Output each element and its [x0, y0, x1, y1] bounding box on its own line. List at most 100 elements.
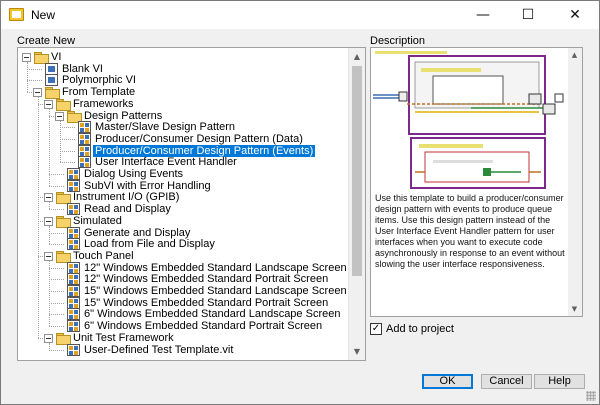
tree-connector — [49, 185, 64, 187]
collapse-toggle-icon[interactable] — [22, 53, 31, 62]
tree-item[interactable]: Frameworks — [18, 97, 348, 111]
tree-item-label: Design Patterns — [84, 109, 163, 122]
description-scroll-down-icon[interactable]: ▼ — [568, 302, 581, 316]
collapse-toggle-icon[interactable] — [44, 193, 53, 203]
tree-item[interactable]: 6" Windows Embedded Standard Portrait Sc… — [18, 320, 348, 333]
tree-connector — [49, 314, 64, 316]
tree-connector — [49, 349, 64, 351]
resize-grip[interactable] — [586, 391, 596, 401]
template-icon — [67, 168, 80, 180]
labview-app-icon — [9, 8, 24, 21]
tree-item-label: Blank VI — [62, 62, 103, 75]
help-button[interactable]: Help — [534, 374, 585, 389]
collapse-toggle-icon[interactable] — [55, 111, 64, 121]
add-to-project-checkbox[interactable]: ✓ — [370, 323, 382, 335]
tree-item[interactable]: 15" Windows Embedded Standard Portrait S… — [18, 296, 348, 309]
template-icon — [67, 203, 80, 216]
tree-item[interactable]: Dialog Using Events — [18, 168, 348, 180]
tree-item-label: Dialog Using Events — [84, 168, 184, 180]
template-icon — [78, 132, 91, 145]
tree-connector — [49, 174, 64, 175]
tree-item-label: Producer/Consumer Design Pattern (Events… — [93, 144, 316, 157]
collapse-toggle-icon[interactable] — [44, 216, 53, 226]
folder-icon — [56, 98, 71, 111]
tree-connector — [49, 108, 50, 186]
scroll-up-arrow-icon[interactable]: ▲ — [349, 48, 365, 65]
tree-item-label: Unit Test Framework — [73, 331, 174, 344]
tree-item[interactable]: Generate and Display — [18, 226, 348, 239]
folder-icon — [67, 110, 82, 123]
template-icon — [67, 226, 80, 239]
maximize-button[interactable]: ☐ — [506, 1, 550, 29]
create-new-label: Create New — [17, 35, 76, 47]
tree-item-label: Read and Display — [84, 203, 171, 216]
scroll-down-arrow-icon[interactable]: ▼ — [349, 343, 365, 360]
ok-button[interactable]: OK — [422, 374, 473, 389]
template-icon — [67, 320, 80, 333]
tree-item[interactable]: Producer/Consumer Design Pattern (Events… — [18, 144, 348, 157]
block-diagram-preview — [371, 48, 569, 190]
tree-item[interactable]: Blank VI — [18, 62, 348, 75]
description-label: Description — [370, 35, 426, 47]
tree-connector — [49, 225, 50, 245]
tree-item[interactable]: Simulated — [18, 215, 348, 228]
description-scrollbar[interactable]: ▲ ▼ — [568, 48, 582, 316]
tree-item[interactable]: 12" Windows Embedded Standard Portrait S… — [18, 273, 348, 286]
tree-item[interactable]: Unit Test Framework — [18, 331, 348, 345]
tree-item-label: Instrument I/O (GPIB) — [73, 191, 180, 204]
close-button[interactable]: ✕ — [553, 1, 597, 29]
template-icon — [67, 343, 80, 356]
tree-item[interactable]: 15" Windows Embedded Standard Landscape … — [18, 285, 348, 297]
collapse-toggle-icon[interactable] — [33, 88, 42, 98]
window-title: New — [31, 8, 56, 22]
tree-connector — [60, 138, 75, 140]
scroll-thumb[interactable] — [352, 66, 362, 276]
tree-item-label: Touch Panel — [73, 249, 134, 262]
tree-item[interactable]: VI — [18, 51, 348, 64]
tree-item-label: User-Defined Test Template.vit — [84, 343, 234, 356]
tree-connector — [49, 209, 64, 211]
tree-item[interactable]: User Interface Event Handler — [18, 156, 348, 169]
tree-item-label: Generate and Display — [84, 226, 191, 239]
collapse-toggle-icon[interactable] — [44, 333, 53, 343]
tree-item-label: SubVI with Error Handling — [84, 179, 211, 192]
tree-item[interactable]: 12" Windows Embedded Standard Landscape … — [18, 261, 348, 274]
template-icon — [67, 238, 80, 251]
folder-icon — [45, 86, 60, 100]
cancel-button[interactable]: Cancel — [481, 374, 532, 389]
template-icon — [67, 285, 80, 297]
tree-item-label: Frameworks — [73, 97, 134, 110]
tree-item-label: 15" Windows Embedded Standard Portrait S… — [84, 296, 329, 309]
create-new-tree[interactable]: VI Blank VI Polymorphic VI From Template Fra… — [17, 47, 366, 361]
template-icon — [78, 121, 91, 134]
folder-icon — [56, 332, 71, 345]
tree-scrollbar[interactable]: ▲ ▼ — [348, 48, 365, 360]
tree-item[interactable]: 6" Windows Embedded Standard Landscape S… — [18, 308, 348, 321]
tree-connector — [49, 326, 64, 328]
collapse-toggle-icon[interactable] — [44, 251, 53, 261]
tree-item[interactable]: From Template — [18, 86, 348, 100]
tree-connector — [27, 80, 42, 82]
tree-item[interactable]: User-Defined Test Template.vit — [18, 343, 348, 356]
tree-connector — [49, 302, 64, 304]
tree-item[interactable]: Read and Display — [18, 203, 348, 216]
tree-connector — [49, 202, 50, 210]
description-panel: Use this template to build a producer/co… — [370, 47, 583, 317]
minimize-button[interactable]: — — [461, 1, 505, 29]
tree-item[interactable]: Producer/Consumer Design Pattern (Data) — [18, 132, 348, 145]
tree-item[interactable]: Load from File and Display — [18, 238, 348, 251]
tree-item-label: Producer/Consumer Design Pattern (Data) — [95, 132, 303, 145]
tree-item-label: 15" Windows Embedded Standard Landscape … — [84, 285, 347, 297]
tree-item[interactable]: Touch Panel — [18, 249, 348, 263]
folder-icon — [56, 250, 71, 263]
tree-item[interactable]: SubVI with Error Handling — [18, 179, 348, 192]
collapse-toggle-icon[interactable] — [44, 99, 53, 109]
tree-item[interactable]: Master/Slave Design Pattern — [18, 121, 348, 134]
vi-icon — [45, 62, 58, 75]
title-bar: New — ☐ ✕ — [1, 1, 599, 29]
tree-item[interactable]: Design Patterns — [18, 109, 348, 123]
tree-item[interactable]: Instrument I/O (GPIB) — [18, 191, 348, 205]
tree-item[interactable]: Polymorphic VI — [18, 74, 348, 87]
description-scroll-up-icon[interactable]: ▲ — [568, 48, 581, 62]
folder-icon — [56, 191, 71, 205]
